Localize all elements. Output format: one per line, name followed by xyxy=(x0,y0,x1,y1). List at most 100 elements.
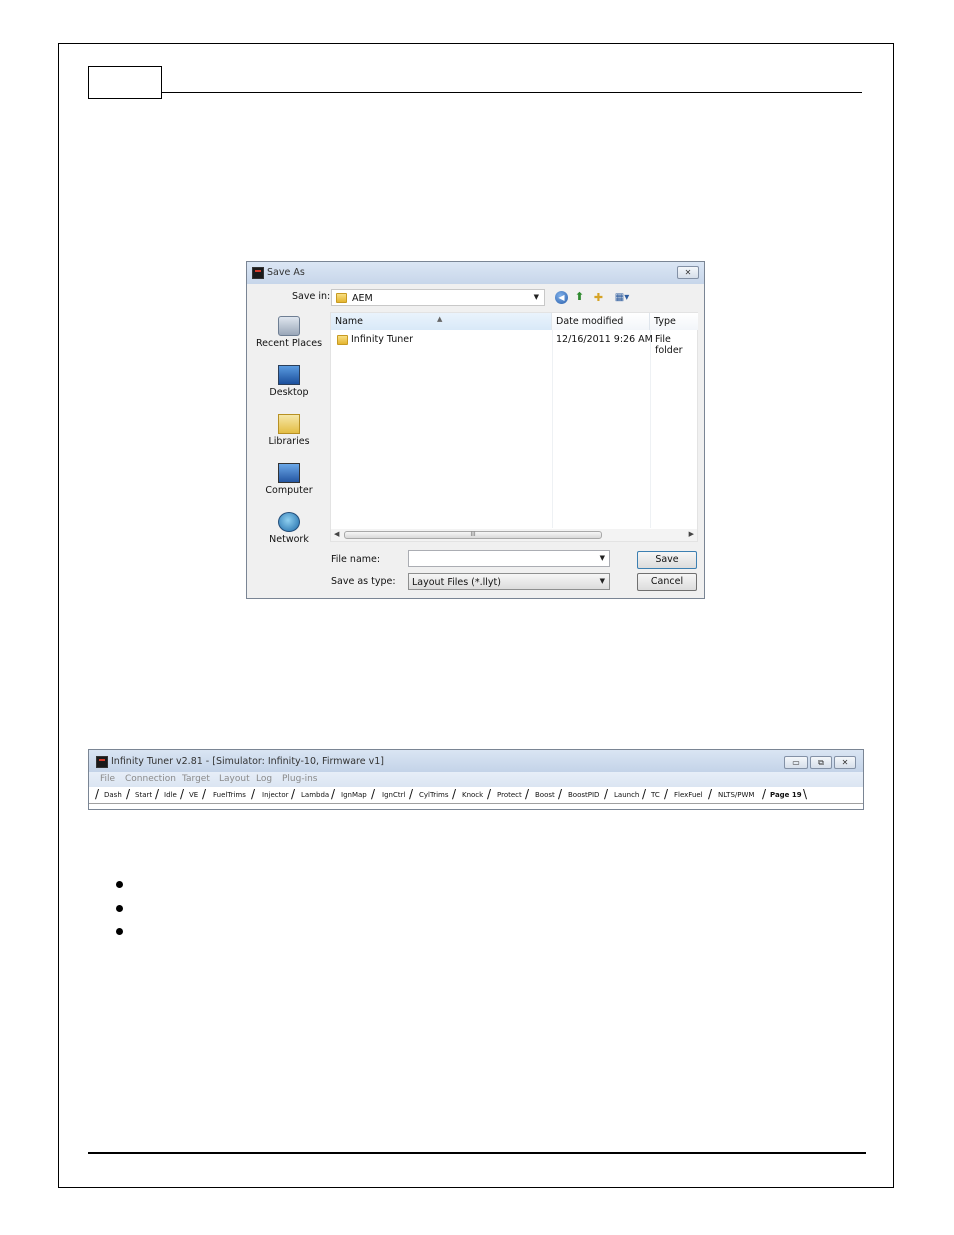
footer-rule xyxy=(88,1152,866,1154)
tab-separator: / xyxy=(525,787,530,801)
tab-separator: / xyxy=(202,787,207,801)
tuner-window-title: Infinity Tuner v2.81 - [Simulator: Infin… xyxy=(111,756,384,767)
tuner-title-bar: Infinity Tuner v2.81 - [Simulator: Infin… xyxy=(89,750,863,772)
folder-icon xyxy=(337,335,348,345)
file-row-date: 12/16/2011 9:26 AM xyxy=(556,334,653,345)
place-label: Desktop xyxy=(269,387,309,398)
tab-ignctrl[interactable]: IgnCtrl xyxy=(382,789,405,801)
tab-boostpid[interactable]: BoostPID xyxy=(568,789,599,801)
scroll-right-icon[interactable]: ▶ xyxy=(689,530,694,538)
tab-knock[interactable]: Knock xyxy=(462,789,483,801)
save-in-combo[interactable]: AEM ▼ xyxy=(331,289,545,306)
up-folder-icon[interactable]: ⬆ xyxy=(573,290,586,303)
horizontal-scrollbar[interactable]: ◀ III ▶ xyxy=(331,529,697,541)
place-recent-places[interactable]: Recent Places xyxy=(251,314,327,360)
tab-protect[interactable]: Protect xyxy=(497,789,522,801)
minimize-button[interactable]: ▭ xyxy=(784,756,808,769)
menu-target[interactable]: Target xyxy=(182,774,210,784)
libraries-icon xyxy=(278,414,300,434)
tab-separator: / xyxy=(558,787,563,801)
tab-ignmap[interactable]: IgnMap xyxy=(341,789,367,801)
file-row[interactable]: Infinity Tuner 12/16/2011 9:26 AM File f… xyxy=(331,333,697,356)
tab-separator: / xyxy=(95,787,100,801)
menu-file[interactable]: File xyxy=(100,774,115,784)
app-logo-icon xyxy=(252,267,264,279)
tab-separator: / xyxy=(331,787,336,801)
tab-separator: / xyxy=(291,787,296,801)
sort-ascending-icon: ▲ xyxy=(437,315,443,323)
place-desktop[interactable]: Desktop xyxy=(251,363,327,409)
dialog-close-button[interactable]: ✕ xyxy=(677,266,699,279)
header-page-number-box xyxy=(88,66,162,99)
recent-places-icon xyxy=(278,316,300,336)
save-as-type-value: Layout Files (*.llyt) xyxy=(412,577,501,588)
tab-ve[interactable]: VE xyxy=(189,789,198,801)
menu-log[interactable]: Log xyxy=(256,774,272,784)
tab-separator: / xyxy=(487,787,492,801)
tab-launch[interactable]: Launch xyxy=(614,789,639,801)
tab-separator: / xyxy=(180,787,185,801)
save-as-type-select[interactable]: Layout Files (*.llyt) ▼ xyxy=(408,573,610,590)
maximize-button[interactable]: ⧉ xyxy=(810,756,832,769)
tab-nlts-pwm[interactable]: NLTS/PWM xyxy=(718,789,754,801)
tab-separator: / xyxy=(604,787,609,801)
tab-page-19[interactable]: Page 19 xyxy=(770,789,802,801)
dialog-title-bar: Save As ✕ xyxy=(247,262,704,284)
tab-boost[interactable]: Boost xyxy=(535,789,555,801)
save-button[interactable]: Save xyxy=(637,551,697,569)
close-button[interactable]: ✕ xyxy=(834,756,856,769)
tab-separator: / xyxy=(762,787,767,801)
save-in-label: Save in: xyxy=(292,291,331,302)
tab-separator: / xyxy=(664,787,669,801)
place-network[interactable]: Network xyxy=(251,510,327,556)
tab-separator: / xyxy=(642,787,647,801)
computer-icon xyxy=(278,463,300,483)
tab-injector[interactable]: Injector xyxy=(262,789,289,801)
bullet-point xyxy=(116,928,123,935)
place-libraries[interactable]: Libraries xyxy=(251,412,327,458)
tab-separator: / xyxy=(708,787,713,801)
menu-layout[interactable]: Layout xyxy=(219,774,250,784)
place-label: Computer xyxy=(265,485,313,496)
tab-cyltrims[interactable]: CylTrims xyxy=(419,789,449,801)
new-folder-icon[interactable]: ✚ xyxy=(592,291,605,304)
tab-lambda[interactable]: Lambda xyxy=(301,789,329,801)
menu-connection[interactable]: Connection xyxy=(125,774,176,784)
tab-fueltrims[interactable]: FuelTrims xyxy=(213,789,246,801)
places-bar: Recent Places Desktop Libraries Computer… xyxy=(251,310,327,560)
cancel-button[interactable]: Cancel xyxy=(637,573,697,591)
place-computer[interactable]: Computer xyxy=(251,461,327,507)
file-list[interactable]: Name ▲ Date modified Type Infinity Tuner… xyxy=(330,312,698,542)
back-icon[interactable]: ◀ xyxy=(555,291,568,304)
tab-separator: / xyxy=(371,787,376,801)
scrollbar-thumb[interactable]: III xyxy=(344,531,602,539)
views-menu-icon[interactable]: ▦▾ xyxy=(612,291,632,304)
bullet-point xyxy=(116,905,123,912)
tab-separator: / xyxy=(126,787,131,801)
header-rule xyxy=(162,92,862,93)
scroll-left-icon[interactable]: ◀ xyxy=(334,530,339,538)
tab-idle[interactable]: Idle xyxy=(164,789,177,801)
place-label: Recent Places xyxy=(255,338,323,349)
tab-flexfuel[interactable]: FlexFuel xyxy=(674,789,703,801)
file-name-label: File name: xyxy=(331,554,381,565)
column-header-type[interactable]: Type xyxy=(650,313,698,330)
tab-start[interactable]: Start xyxy=(135,789,152,801)
chevron-down-icon: ▼ xyxy=(533,293,539,301)
tab-tc[interactable]: TC xyxy=(651,789,660,801)
file-row-type: File folder xyxy=(655,334,683,356)
place-label: Libraries xyxy=(268,436,310,447)
save-in-value: AEM xyxy=(352,293,373,304)
save-as-dialog: Save As ✕ Save in: AEM ▼ ◀ ⬆ ✚ ▦▾ Recent… xyxy=(246,261,705,599)
file-name-input[interactable]: ▼ xyxy=(408,550,610,567)
column-header-date-modified[interactable]: Date modified xyxy=(552,313,650,330)
column-divider xyxy=(552,330,553,528)
menu-bar: File Connection Target Layout Log Plug-i… xyxy=(89,772,863,787)
column-divider xyxy=(650,330,651,528)
column-header-name[interactable]: Name ▲ xyxy=(331,313,552,330)
page-tab-strip: / Dash / Start / Idle / VE / FuelTrims /… xyxy=(89,787,863,804)
tab-separator: / xyxy=(409,787,414,801)
tab-dash[interactable]: Dash xyxy=(104,789,122,801)
chevron-down-icon[interactable]: ▼ xyxy=(600,554,605,562)
menu-plug-ins[interactable]: Plug-ins xyxy=(282,774,318,784)
